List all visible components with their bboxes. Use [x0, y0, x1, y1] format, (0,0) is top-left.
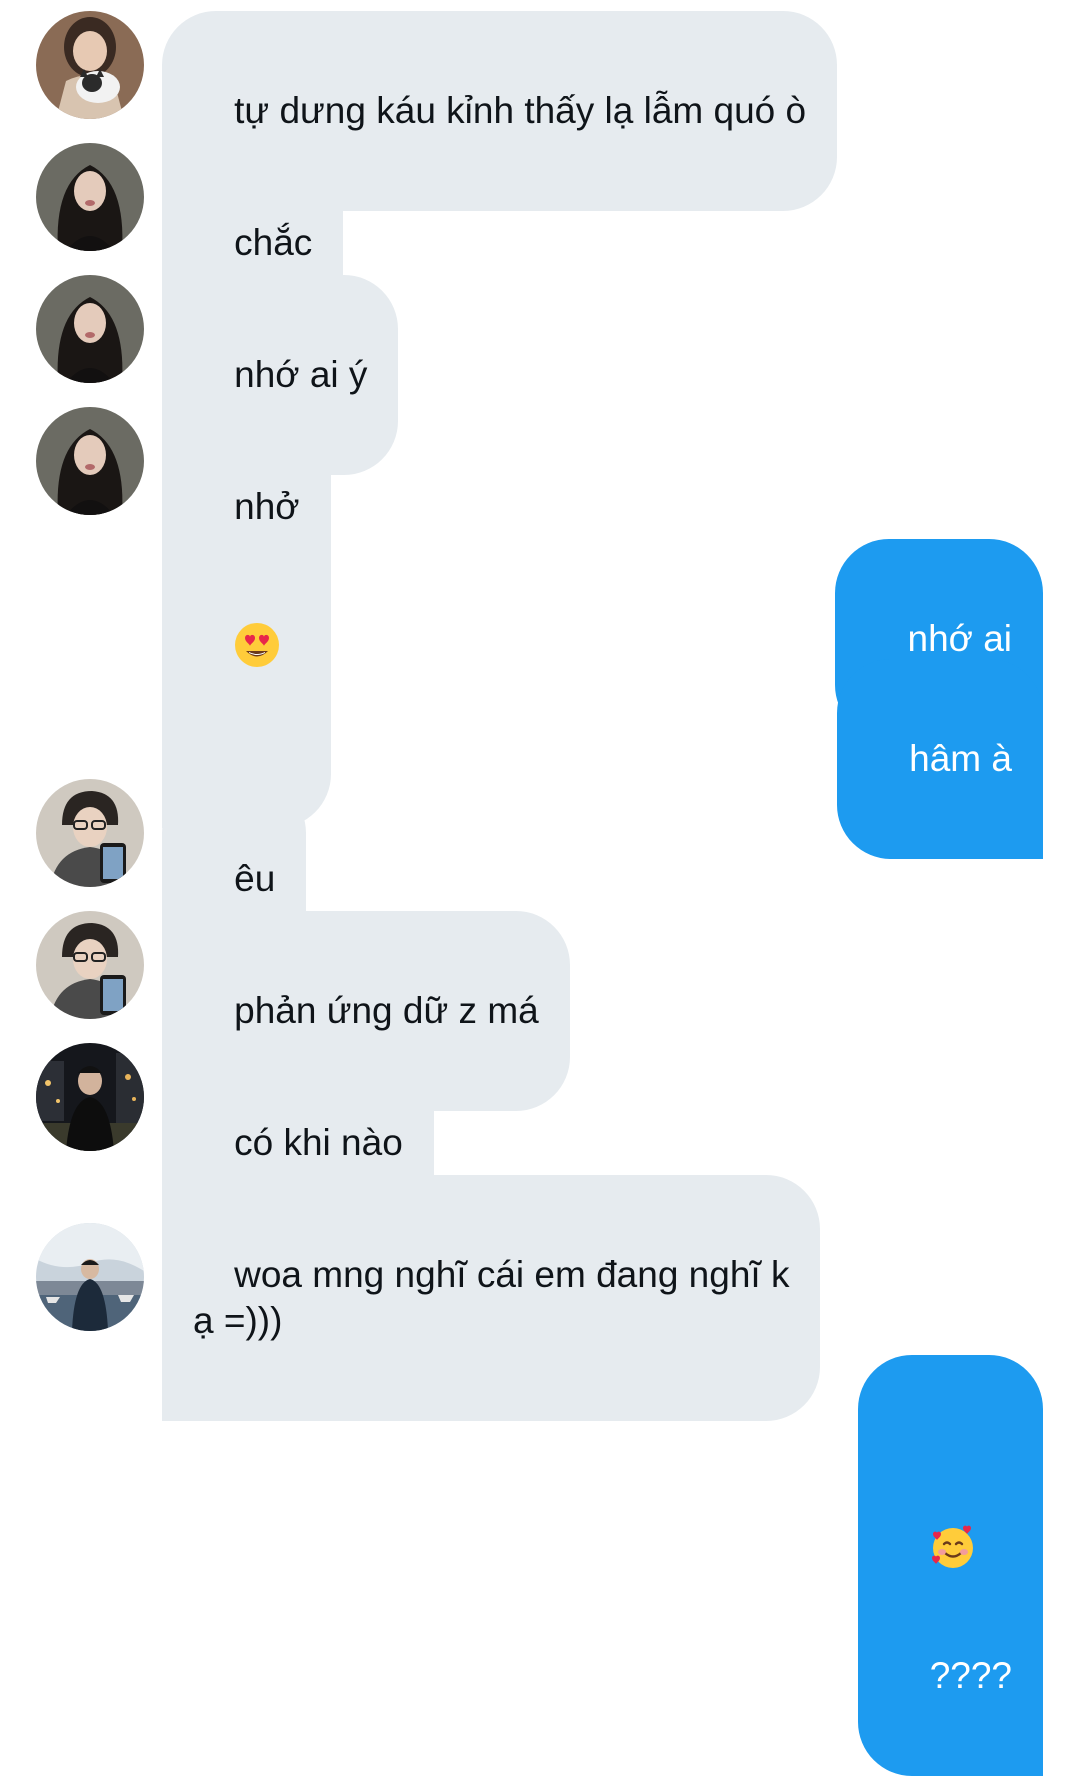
message-bubble-incoming[interactable]: woa mng nghĩ cái em đang nghĩ k ạ =))) — [162, 1175, 821, 1421]
message-text: nhớ ai ý — [234, 354, 368, 395]
message-text: ???? — [929, 1655, 1012, 1696]
avatar[interactable] — [36, 143, 144, 251]
message-bubble-incoming[interactable]: nhở — [162, 407, 331, 828]
avatar[interactable] — [36, 779, 144, 887]
message-text: hâm à — [909, 738, 1012, 779]
smiling-face-with-hearts-emoji-icon — [930, 1432, 976, 1568]
message-bubble-outgoing[interactable]: hâm à — [837, 659, 1043, 859]
avatar-boy-night-city-icon — [36, 1043, 144, 1151]
chat-thread: tự dưng káu kỉnh thấy lạ lẫm quó ò chắc … — [0, 0, 1078, 1776]
avatar[interactable] — [36, 407, 144, 515]
avatar[interactable] — [36, 1223, 144, 1331]
message-text: nhớ ai — [907, 618, 1013, 659]
message-text: nhở — [234, 486, 300, 527]
avatar-girl-dark-hair-icon — [36, 143, 144, 251]
avatar-girl-with-cat-icon — [36, 11, 144, 119]
heart-eyes-emoji-icon — [234, 530, 280, 667]
message-bubble-outgoing[interactable]: ???? — [857, 1355, 1043, 1776]
avatar[interactable] — [36, 11, 144, 119]
avatar[interactable] — [36, 275, 144, 383]
avatar[interactable] — [36, 911, 144, 1019]
message-text: có khi nào — [234, 1122, 403, 1163]
message-text: êu — [234, 858, 276, 899]
message-text: woa mng nghĩ cái em đang nghĩ k ạ =))) — [193, 1254, 790, 1341]
message-text: tự dưng káu kỉnh thấy lạ lẫm quó ò — [234, 90, 807, 131]
avatar[interactable] — [36, 1043, 144, 1151]
avatar-boy-harbor-icon — [36, 1223, 144, 1331]
avatar-girl-dark-hair-icon — [36, 407, 144, 515]
message-text: chắc — [234, 222, 313, 263]
avatar-girl-dark-hair-icon — [36, 275, 144, 383]
avatar-boy-glasses-phone-icon — [36, 779, 144, 887]
avatar-boy-glasses-phone-icon — [36, 911, 144, 1019]
message-text: phản ứng dữ z má — [234, 990, 539, 1031]
